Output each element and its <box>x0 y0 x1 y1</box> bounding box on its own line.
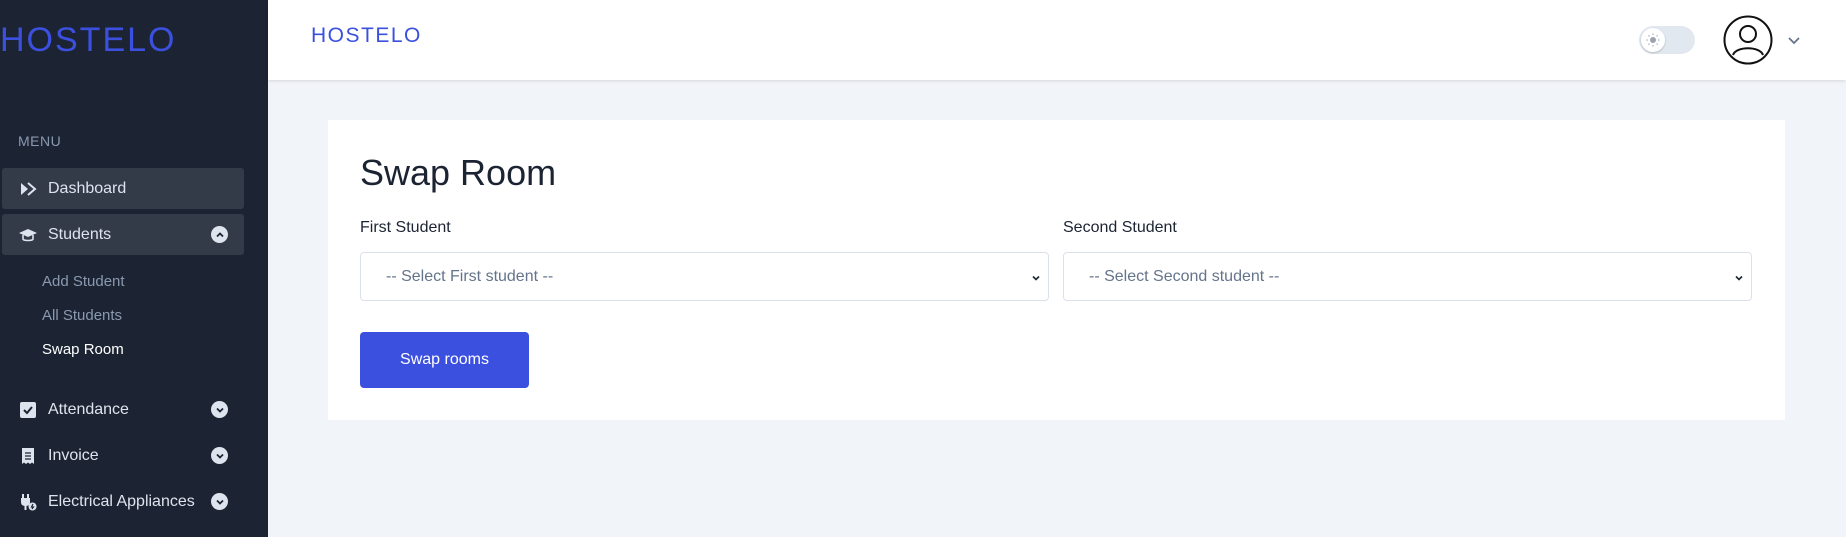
sidebar: HOSTELO MENU Dashboard Students Add Stud… <box>0 0 268 537</box>
page-title: Swap Room <box>360 152 557 193</box>
sidebar-item-label: Students <box>48 225 112 243</box>
theme-toggle[interactable] <box>1639 26 1695 54</box>
user-avatar-icon[interactable] <box>1723 15 1773 65</box>
swap-rooms-button[interactable]: Swap rooms <box>360 332 529 388</box>
first-student-select[interactable]: -- Select First student -- <box>360 252 1049 301</box>
chevron-down-icon[interactable] <box>211 401 228 418</box>
sidebar-item-label: Invoice <box>48 446 99 464</box>
sidebar-subitem-all-students[interactable]: All Students <box>42 307 122 324</box>
sidebar-item-invoice[interactable]: Invoice <box>2 435 244 476</box>
header-logo[interactable]: HOSTELO <box>311 24 422 48</box>
sidebar-subitem-swap-room[interactable]: Swap Room <box>42 341 124 358</box>
top-header: HOSTELO <box>268 0 1846 80</box>
second-student-select[interactable]: -- Select Second student -- <box>1063 252 1752 301</box>
second-student-label: Second Student <box>1063 219 1177 236</box>
menu-heading: MENU <box>18 133 62 149</box>
chevron-down-icon <box>1030 271 1042 283</box>
receipt-icon <box>18 446 38 466</box>
sidebar-item-label: Dashboard <box>48 179 127 197</box>
first-student-label: First Student <box>360 219 451 236</box>
swap-room-card: Swap Room First Student -- Select First … <box>328 120 1785 420</box>
chevron-down-icon[interactable] <box>211 493 228 510</box>
sidebar-item-label: Attendance <box>48 400 129 418</box>
sidebar-item-electrical-appliances[interactable]: Electrical Appliances <box>2 481 244 522</box>
sidebar-subitem-add-student[interactable]: Add Student <box>42 273 125 290</box>
plug-icon <box>18 492 38 512</box>
second-student-placeholder: -- Select Second student -- <box>1089 267 1280 285</box>
graduation-cap-icon <box>18 225 38 245</box>
sidebar-item-label: Electrical Appliances <box>48 492 195 510</box>
sun-icon <box>1641 28 1665 52</box>
chevron-down-icon[interactable] <box>1786 32 1802 48</box>
sidebar-item-students[interactable]: Students <box>2 214 244 255</box>
checkbox-icon <box>18 400 38 420</box>
chevron-down-icon[interactable] <box>211 447 228 464</box>
sidebar-logo[interactable]: HOSTELO <box>0 20 176 60</box>
dashboard-icon <box>18 179 38 199</box>
chevron-up-icon[interactable] <box>211 226 228 243</box>
chevron-down-icon <box>1733 271 1745 283</box>
brand-logo-text: HOSTELO <box>0 20 177 59</box>
first-student-placeholder: -- Select First student -- <box>386 267 554 285</box>
sidebar-item-dashboard[interactable]: Dashboard <box>2 168 244 209</box>
sidebar-item-attendance[interactable]: Attendance <box>2 389 244 430</box>
